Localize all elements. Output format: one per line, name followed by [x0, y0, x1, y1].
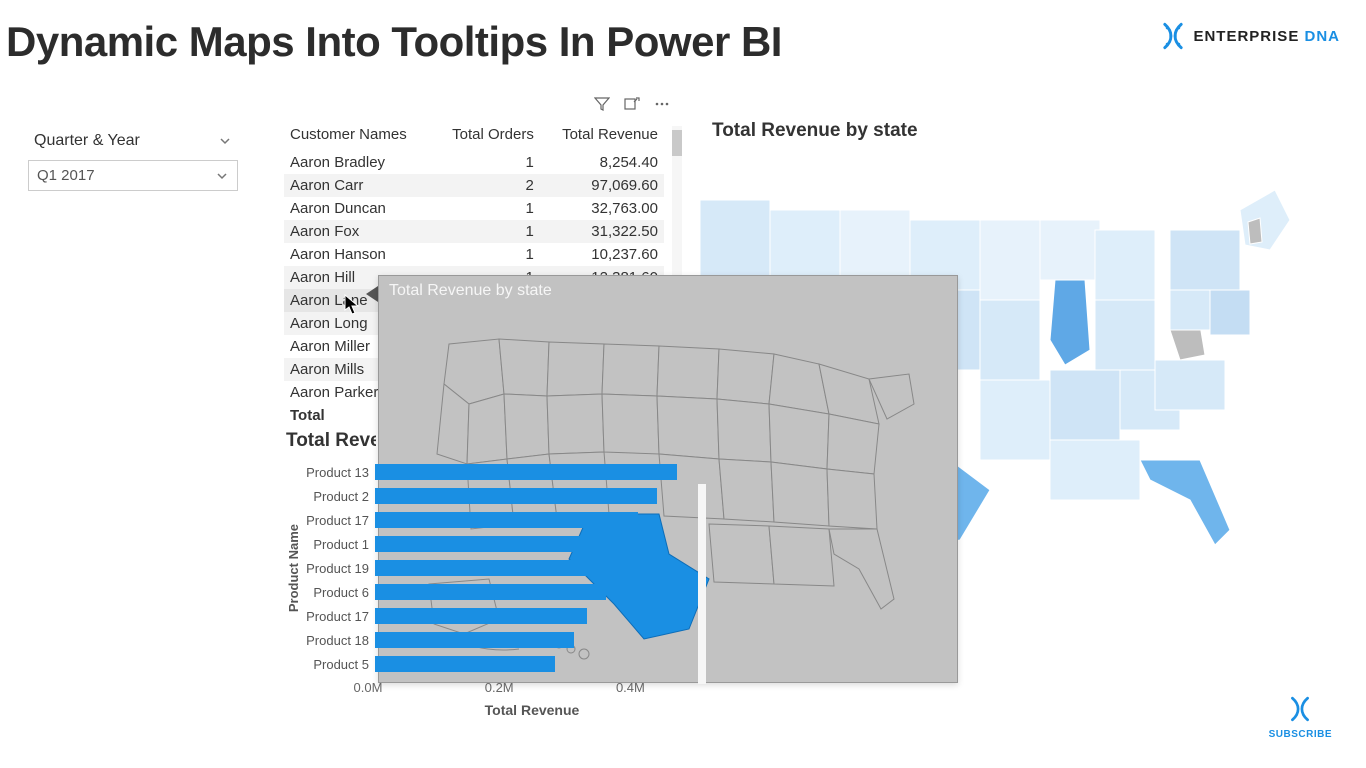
subscribe-label: SUBSCRIBE: [1269, 729, 1332, 740]
cell-name: Aaron Hanson: [284, 243, 432, 266]
slicer-label: Quarter & Year: [34, 132, 140, 150]
dna-icon: [1287, 709, 1313, 726]
bar-row[interactable]: Product 19: [305, 556, 696, 580]
bar-fill: [375, 512, 638, 528]
bar-row[interactable]: Product 17: [305, 604, 696, 628]
cell-orders: 2: [432, 174, 540, 197]
bar-label: Product 1: [305, 537, 375, 552]
slicer-quarter-year[interactable]: Quarter & Year Q1 2017: [28, 128, 238, 191]
bar-row[interactable]: Product 6: [305, 580, 696, 604]
x-tick: 0.0M: [354, 680, 383, 695]
cell-name: Aaron Fox: [284, 220, 432, 243]
table-row[interactable]: Aaron Hanson110,237.60: [284, 243, 664, 266]
subscribe-badge[interactable]: SUBSCRIBE: [1269, 696, 1332, 740]
cell-revenue: 31,322.50: [540, 220, 664, 243]
bar-label: Product 17: [305, 609, 375, 624]
column-header-names[interactable]: Customer Names: [284, 122, 432, 151]
brand-name-1: ENTERPRISE: [1193, 28, 1299, 45]
cursor-pointer-icon: [344, 294, 360, 316]
cell-name: Aaron Carr: [284, 174, 432, 197]
cell-orders: 1: [432, 243, 540, 266]
bar-row[interactable]: Product 13: [305, 460, 696, 484]
bar-label: Product 2: [305, 489, 375, 504]
brand-name-2: DNA: [1305, 28, 1341, 45]
bar-label: Product 5: [305, 657, 375, 672]
bar-row[interactable]: Product 18: [305, 628, 696, 652]
visual-header-actions: [594, 96, 670, 112]
slicer-value: Q1 2017: [37, 167, 95, 184]
cell-name: Aaron Bradley: [284, 151, 432, 174]
bar-fill: [375, 536, 632, 552]
chevron-down-icon[interactable]: [218, 134, 232, 148]
cell-orders: 1: [432, 197, 540, 220]
x-axis-label: Total Revenue: [368, 702, 696, 718]
column-header-revenue[interactable]: Total Revenue: [540, 122, 664, 151]
map-title: Total Revenue by state: [712, 120, 918, 142]
column-header-orders[interactable]: Total Orders: [432, 122, 540, 151]
y-axis-label: Product Name: [286, 524, 301, 612]
bar-fill: [375, 464, 677, 480]
brand-logo: ENTERPRISE DNA: [1159, 22, 1340, 50]
bar-chart-title: Total Revenue: [286, 430, 376, 452]
bar-row[interactable]: Product 2: [305, 484, 696, 508]
bar-chart-revenue[interactable]: Total Revenue Product Name Product 13 Pro…: [286, 430, 696, 718]
filter-icon[interactable]: [594, 96, 610, 112]
bar-label: Product 19: [305, 561, 375, 576]
x-tick: 0.2M: [485, 680, 514, 695]
tooltip-title: Total Revenue by state: [389, 282, 552, 300]
bar-label: Product 17: [305, 513, 375, 528]
dna-icon: [1159, 22, 1187, 50]
chevron-down-icon[interactable]: [215, 169, 229, 183]
scroll-thumb[interactable]: [672, 130, 682, 156]
bar-fill: [375, 608, 587, 624]
bar-row[interactable]: Product 1: [305, 532, 696, 556]
cell-revenue: 10,237.60: [540, 243, 664, 266]
bar-label: Product 18: [305, 633, 375, 648]
table-row[interactable]: Aaron Fox131,322.50: [284, 220, 664, 243]
table-row[interactable]: Aaron Duncan132,763.00: [284, 197, 664, 220]
bar-fill: [375, 656, 555, 672]
bar-fill: [375, 632, 574, 648]
bar-row[interactable]: Product 17: [305, 508, 696, 532]
table-row[interactable]: Aaron Carr297,069.60: [284, 174, 664, 197]
table-row[interactable]: Aaron Bradley18,254.40: [284, 151, 664, 174]
bar-fill: [375, 560, 613, 576]
tooltip-pointer: [366, 286, 378, 302]
page-title: Dynamic Maps Into Tooltips In Power BI: [6, 18, 782, 66]
cell-revenue: 8,254.40: [540, 151, 664, 174]
bar-label: Product 13: [305, 465, 375, 480]
more-options-icon[interactable]: [654, 96, 670, 112]
bar-row[interactable]: Product 5: [305, 652, 696, 676]
cell-revenue: 32,763.00: [540, 197, 664, 220]
bar-label: Product 6: [305, 585, 375, 600]
focus-mode-icon[interactable]: [624, 96, 640, 112]
bar-fill: [375, 584, 606, 600]
cell-name: Aaron Duncan: [284, 197, 432, 220]
cell-orders: 1: [432, 151, 540, 174]
cell-revenue: 97,069.60: [540, 174, 664, 197]
x-tick: 0.4M: [616, 680, 645, 695]
scrollbar[interactable]: [698, 484, 706, 684]
bar-fill: [375, 488, 657, 504]
slicer-dropdown[interactable]: Q1 2017: [28, 160, 238, 191]
cell-orders: 1: [432, 220, 540, 243]
